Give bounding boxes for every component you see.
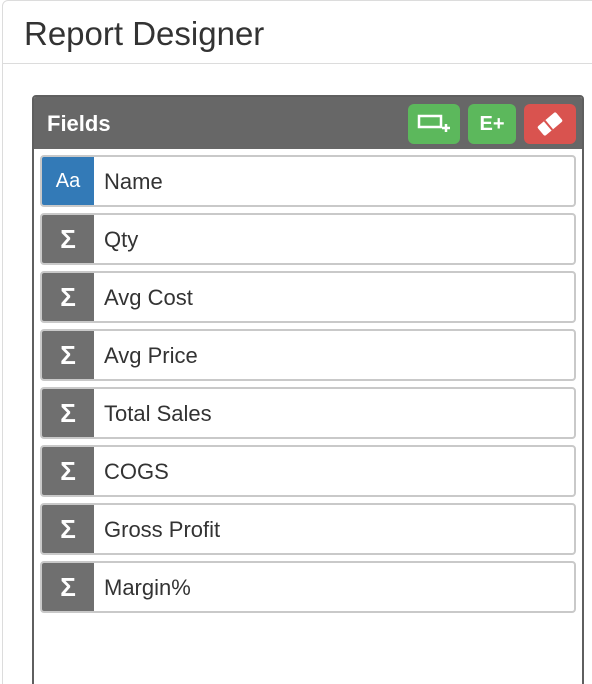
add-expression-label: E+ bbox=[479, 112, 505, 135]
report-designer-page: Report Designer Fields E+ Aa Name Σ Qty … bbox=[0, 0, 592, 684]
field-label: Name bbox=[104, 169, 163, 194]
add-field-icon bbox=[417, 114, 450, 132]
field-item-margin-percent[interactable]: Σ Margin% bbox=[40, 561, 576, 613]
field-item-cogs[interactable]: Σ COGS bbox=[40, 445, 576, 497]
sum-icon: Σ bbox=[42, 447, 94, 495]
eraser-icon bbox=[537, 112, 563, 136]
sum-icon: Σ bbox=[42, 273, 94, 321]
fields-panel-header: Fields E+ bbox=[34, 97, 582, 149]
field-item-avg-cost[interactable]: Σ Avg Cost bbox=[40, 271, 576, 323]
sum-icon: Σ bbox=[42, 331, 94, 379]
card-header: Report Designer bbox=[3, 1, 592, 64]
clear-fields-button[interactable] bbox=[524, 104, 576, 144]
fields-panel: Fields E+ Aa Name Σ Qty Σ Avg Cost Σ Avg… bbox=[32, 95, 584, 684]
field-item-qty[interactable]: Σ Qty bbox=[40, 213, 576, 265]
add-field-button[interactable] bbox=[408, 104, 460, 144]
field-label: Avg Price bbox=[104, 343, 198, 368]
field-item-name[interactable]: Aa Name bbox=[40, 155, 576, 207]
field-label: Qty bbox=[104, 227, 139, 252]
sum-icon: Σ bbox=[42, 215, 94, 263]
sum-icon: Σ bbox=[42, 505, 94, 553]
field-label: COGS bbox=[104, 459, 169, 484]
fields-panel-title: Fields bbox=[47, 111, 111, 136]
field-item-gross-profit[interactable]: Σ Gross Profit bbox=[40, 503, 576, 555]
sum-icon: Σ bbox=[42, 389, 94, 437]
field-label: Total Sales bbox=[104, 401, 212, 426]
field-item-avg-price[interactable]: Σ Avg Price bbox=[40, 329, 576, 381]
add-expression-button[interactable]: E+ bbox=[468, 104, 516, 144]
sum-icon: Σ bbox=[42, 563, 94, 611]
field-label: Avg Cost bbox=[104, 285, 193, 310]
page-title: Report Designer bbox=[24, 15, 265, 52]
field-label: Margin% bbox=[104, 575, 191, 600]
field-label: Gross Profit bbox=[104, 517, 221, 542]
field-item-total-sales[interactable]: Σ Total Sales bbox=[40, 387, 576, 439]
text-type-icon: Aa bbox=[42, 157, 94, 205]
field-list: Aa Name Σ Qty Σ Avg Cost Σ Avg Price Σ T… bbox=[40, 155, 576, 619]
